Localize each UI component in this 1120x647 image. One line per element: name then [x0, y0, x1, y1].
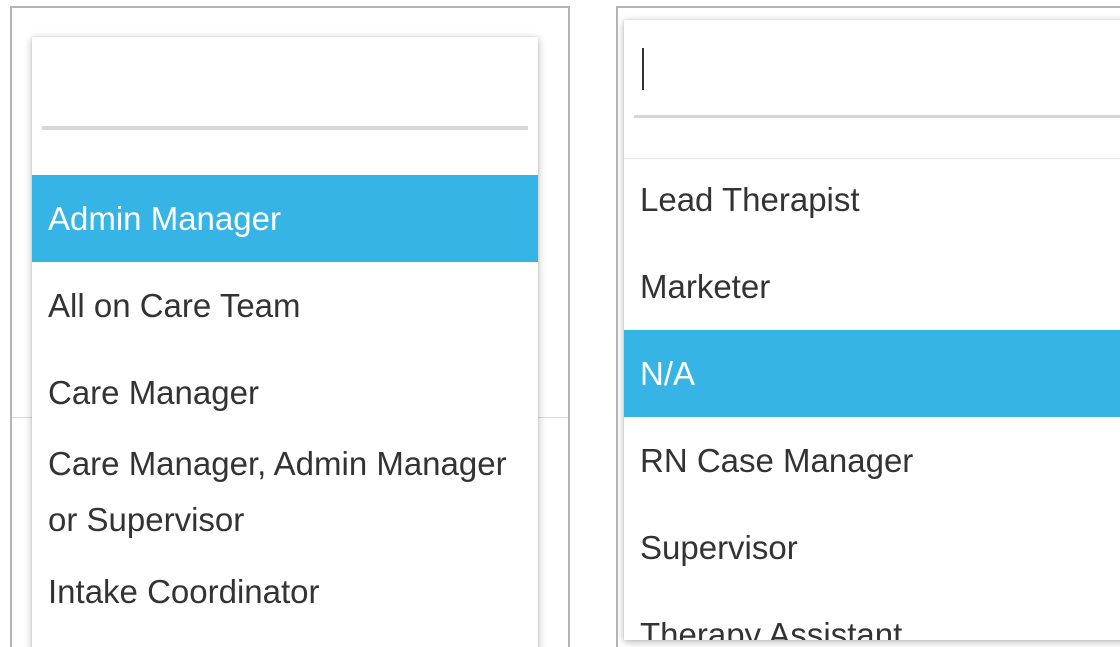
option-supervisor[interactable]: Supervisor	[624, 504, 1120, 591]
left-option-list: Admin Manager All on Care Team Care Mana…	[32, 175, 538, 635]
option-care-manager-admin-manager-or-supervisor[interactable]: Care Manager, Admin Manager or Superviso…	[32, 436, 538, 565]
option-intake-coordinator[interactable]: Intake Coordinator	[32, 565, 538, 635]
text-cursor-caret	[642, 48, 644, 90]
right-option-list: Lead Therapist Marketer N/A RN Case Mana…	[624, 156, 1120, 640]
option-care-manager[interactable]: Care Manager	[32, 349, 538, 436]
left-search-underline	[42, 126, 528, 130]
right-panel-frame: Lead Therapist Marketer N/A RN Case Mana…	[616, 6, 1120, 647]
right-search-area	[624, 20, 1120, 159]
option-all-on-care-team[interactable]: All on Care Team	[32, 262, 538, 349]
right-dropdown-menu: Lead Therapist Marketer N/A RN Case Mana…	[624, 20, 1120, 640]
option-n-a[interactable]: N/A	[624, 330, 1120, 417]
option-therapy-assistant[interactable]: Therapy Assistant	[624, 591, 1120, 640]
left-dropdown-menu: Admin Manager All on Care Team Care Mana…	[32, 37, 538, 647]
left-search-area	[32, 37, 538, 175]
option-admin-manager[interactable]: Admin Manager	[32, 175, 538, 262]
option-lead-therapist[interactable]: Lead Therapist	[624, 156, 1120, 243]
option-rn-case-manager[interactable]: RN Case Manager	[624, 417, 1120, 504]
right-search-underline	[634, 115, 1120, 118]
left-panel-frame: Admin Manager All on Care Team Care Mana…	[10, 6, 570, 647]
right-list-top-divider	[624, 158, 1120, 159]
option-marketer[interactable]: Marketer	[624, 243, 1120, 330]
right-search-input[interactable]	[634, 20, 1120, 115]
left-search-input[interactable]	[42, 37, 528, 127]
